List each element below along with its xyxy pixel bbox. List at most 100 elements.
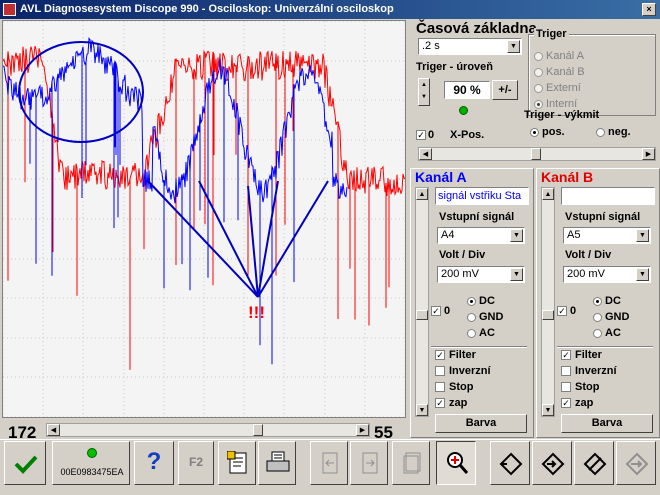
channel-b-title: Kanál B — [541, 169, 594, 185]
chevron-down-icon[interactable]: ▼ — [510, 229, 523, 242]
device-status-button[interactable]: 00E0983475EA — [52, 441, 130, 485]
app-icon — [3, 3, 16, 16]
scroll-right-icon[interactable]: ▶ — [642, 148, 655, 160]
channel-a-input-value: A4 — [441, 229, 455, 241]
rotate-button[interactable] — [574, 441, 614, 485]
option-checkbox[interactable] — [561, 382, 571, 392]
channel-a-name-input[interactable]: signál vstřiku Sta — [435, 187, 529, 205]
trigger-level-title: Triger - úroveň — [416, 61, 494, 73]
confirm-button[interactable] — [4, 441, 46, 485]
trigger-source-radio[interactable] — [534, 100, 543, 109]
diamond-diagonal-icon — [583, 452, 607, 476]
scroll-down-icon[interactable]: ▼ — [416, 404, 428, 416]
coupling-label: DC — [479, 295, 495, 307]
channel-a-volt-label: Volt / Div — [439, 249, 486, 261]
channel-a-offset-checkbox[interactable]: ✓ — [431, 306, 441, 316]
trigger-edge-title: Triger - výkmit — [524, 109, 600, 121]
channel-a-color-button[interactable]: Barva — [435, 414, 527, 433]
xpos-checkbox[interactable]: ✓ — [416, 130, 426, 140]
cursor-left-button[interactable] — [310, 441, 348, 485]
spin-down-icon[interactable]: ▼ — [419, 91, 429, 103]
option-checkbox[interactable]: ✓ — [561, 350, 571, 360]
channel-b-offset-checkbox[interactable]: ✓ — [557, 306, 567, 316]
option-checkbox[interactable]: ✓ — [435, 350, 445, 360]
expand-right-button[interactable] — [532, 441, 572, 485]
option-label: zap — [449, 397, 468, 409]
channel-a-offset-scrollbar[interactable]: ▲ ▼ — [415, 187, 429, 417]
edge-pos-radio[interactable] — [530, 128, 539, 137]
scroll-up-icon[interactable]: ▲ — [416, 188, 428, 200]
coupling-label: GND — [479, 311, 504, 323]
coupling-radio[interactable] — [467, 313, 476, 322]
sign-toggle-button[interactable]: +/- — [492, 80, 518, 100]
channel-a-offset-value: 0 — [444, 305, 451, 317]
zoom-button[interactable] — [436, 441, 476, 485]
exit-arrow-icon — [625, 452, 649, 476]
option-label: Inverzní — [449, 365, 491, 377]
f2-button[interactable]: F2 — [178, 441, 214, 485]
chevron-down-icon[interactable]: ▼ — [507, 40, 520, 53]
trigger-level-value[interactable]: 90 % — [444, 81, 490, 99]
coupling-radio[interactable] — [593, 297, 602, 306]
trigger-source-label: Interní — [546, 98, 578, 110]
page-icon — [403, 452, 421, 474]
option-label: Filter — [575, 349, 602, 361]
chevron-down-icon[interactable]: ▼ — [636, 268, 649, 281]
channel-a-volt-select[interactable]: 200 mV ▼ — [437, 266, 525, 283]
scroll-thumb[interactable] — [253, 424, 263, 436]
timebase-select[interactable]: .2 s ▼ — [418, 38, 522, 55]
chevron-down-icon[interactable]: ▼ — [510, 268, 523, 281]
exit-button[interactable] — [616, 441, 656, 485]
option-checkbox[interactable] — [435, 382, 445, 392]
xpos-scrollbar[interactable]: ◀ ▶ — [418, 147, 656, 161]
scroll-right-icon[interactable]: ▶ — [356, 424, 369, 436]
channel-b-input-value: A5 — [567, 229, 581, 241]
expand-horizontal-button[interactable] — [490, 441, 530, 485]
annotation-text: !!! — [248, 303, 265, 322]
option-checkbox[interactable] — [561, 366, 571, 376]
coupling-label: GND — [605, 311, 630, 323]
print-button[interactable] — [258, 441, 296, 485]
channel-b-offset-scrollbar[interactable]: ▲ ▼ — [541, 187, 555, 417]
divider — [431, 346, 527, 348]
chevron-down-icon[interactable]: ▼ — [636, 229, 649, 242]
coupling-radio[interactable] — [467, 329, 476, 338]
trigger-level-spinner[interactable]: ▲ ▼ — [418, 78, 430, 106]
cursor-right-button[interactable] — [350, 441, 388, 485]
help-button[interactable]: ? — [134, 441, 174, 485]
edge-pos-label: pos. — [542, 126, 565, 138]
time-scrollbar[interactable]: ◀ ▶ — [46, 423, 370, 437]
edge-neg-radio[interactable] — [596, 128, 605, 137]
scroll-thumb[interactable] — [416, 310, 428, 320]
option-checkbox[interactable] — [435, 366, 445, 376]
coupling-radio[interactable] — [593, 313, 602, 322]
channel-b-input-select[interactable]: A5 ▼ — [563, 227, 651, 244]
spin-up-icon[interactable]: ▲ — [419, 79, 429, 91]
scroll-left-icon[interactable]: ◀ — [419, 148, 432, 160]
close-icon[interactable]: × — [642, 3, 656, 16]
checkmark-icon — [14, 455, 38, 474]
channel-a-panel: Kanál A ▲ ▼ signál vstřiku Sta Vstupní s… — [410, 168, 534, 438]
trigger-source-radio[interactable] — [534, 84, 543, 93]
timebase-title: Časová základna — [416, 20, 537, 37]
scroll-down-icon[interactable]: ▼ — [542, 404, 554, 416]
scroll-up-icon[interactable]: ▲ — [542, 188, 554, 200]
channel-b-volt-value: 200 mV — [567, 268, 605, 280]
coupling-radio[interactable] — [467, 297, 476, 306]
scroll-thumb[interactable] — [531, 148, 541, 160]
scroll-left-icon[interactable]: ◀ — [47, 424, 60, 436]
trigger-source-radio[interactable] — [534, 68, 543, 77]
coupling-radio[interactable] — [593, 329, 602, 338]
option-checkbox[interactable]: ✓ — [435, 398, 445, 408]
channel-b-color-button[interactable]: Barva — [561, 414, 653, 433]
divider — [557, 346, 653, 348]
cursor-left-icon — [322, 452, 338, 474]
save-report-button[interactable] — [218, 441, 256, 485]
channel-b-name-input[interactable] — [561, 187, 655, 205]
channel-a-input-select[interactable]: A4 ▼ — [437, 227, 525, 244]
scroll-thumb[interactable] — [542, 310, 554, 320]
channel-b-volt-select[interactable]: 200 mV ▼ — [563, 266, 651, 283]
copy-button[interactable] — [392, 441, 430, 485]
option-checkbox[interactable]: ✓ — [561, 398, 571, 408]
trigger-source-radio[interactable] — [534, 52, 543, 61]
